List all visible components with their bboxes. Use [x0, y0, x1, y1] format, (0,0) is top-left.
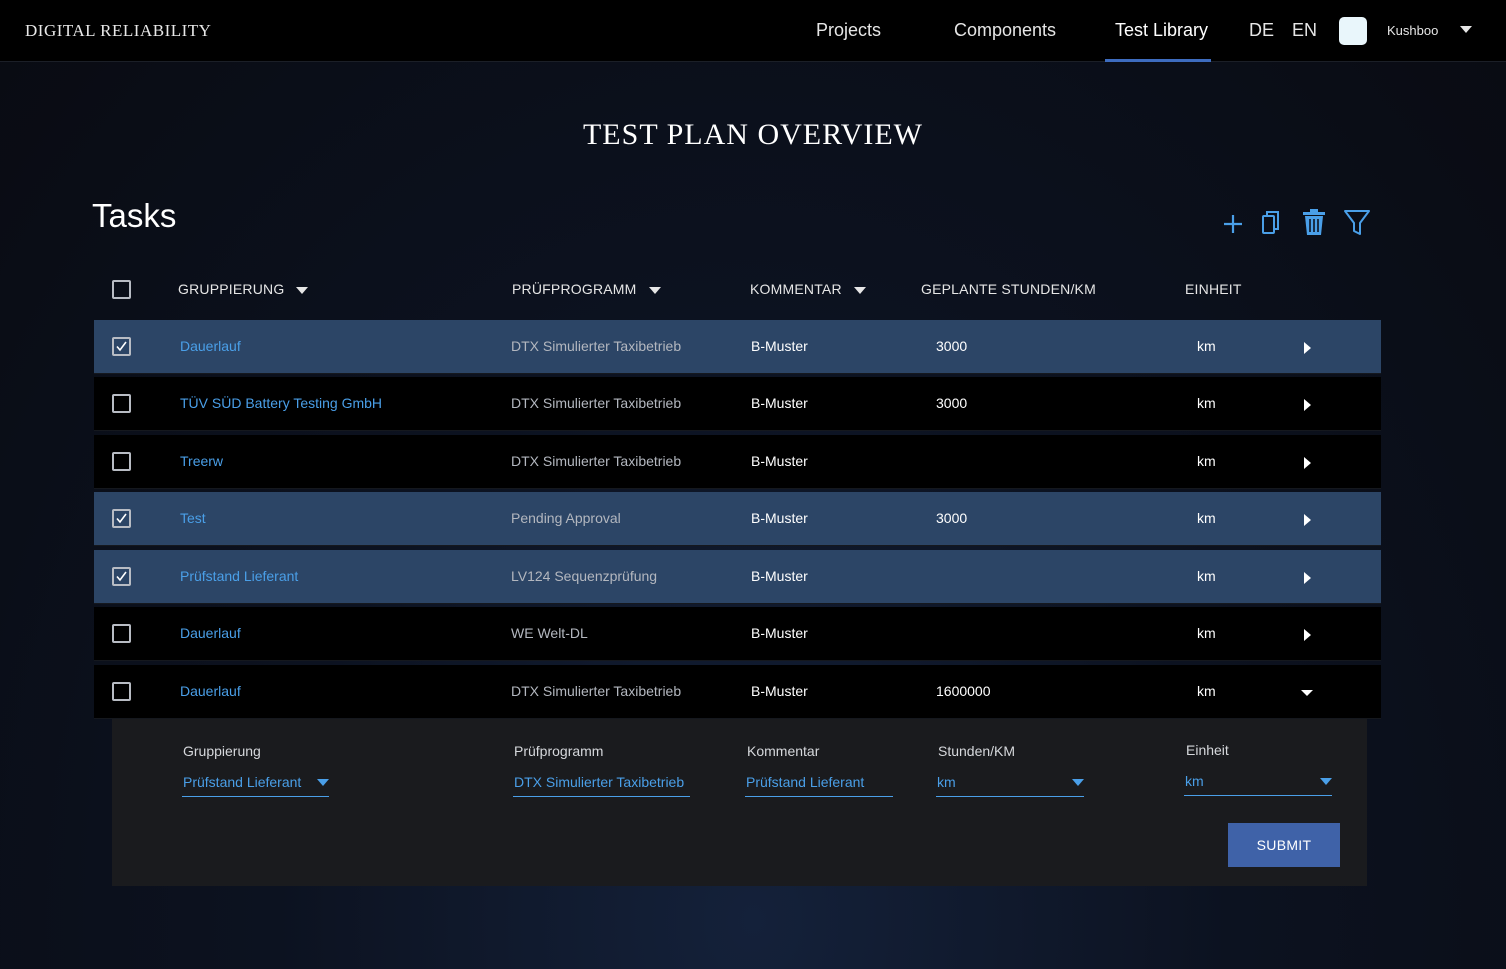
hours-cell: 1600000: [936, 683, 991, 699]
row-edit-panel: Gruppierung Prüfstand Lieferant Prüfprog…: [112, 719, 1367, 886]
group-link[interactable]: Test: [180, 510, 206, 526]
table-row[interactable]: Dauerlauf DTX Simulierter Taxibetrieb B-Mu…: [94, 665, 1381, 719]
unit-cell: km: [1197, 338, 1216, 354]
expand-chevron-right-icon[interactable]: [1303, 398, 1313, 411]
group-link[interactable]: TÜV SÜD Battery Testing GmbH: [180, 395, 382, 411]
expand-chevron-right-icon[interactable]: [1303, 628, 1313, 641]
row-checkbox[interactable]: [112, 509, 131, 528]
comment-field-label: Kommentar: [747, 743, 820, 759]
page-title: TEST PLAN OVERVIEW: [582, 118, 924, 151]
comment-cell: B-Muster: [751, 568, 808, 584]
nav-projects[interactable]: Projects: [816, 20, 881, 41]
expand-chevron-right-icon[interactable]: [1303, 341, 1313, 354]
program-cell: LV124 Sequenzprüfung: [511, 568, 658, 584]
unit-cell: km: [1197, 625, 1216, 641]
group-select-value: Prüfstand Lieferant: [183, 774, 302, 790]
row-checkbox[interactable]: [112, 567, 131, 586]
row-checkbox[interactable]: [112, 452, 131, 471]
sort-chevron-down-icon[interactable]: [853, 286, 866, 294]
comment-cell: B-Muster: [751, 453, 808, 469]
comment-input-value: Prüfstand Lieferant: [746, 774, 865, 790]
row-checkbox[interactable]: [112, 682, 131, 701]
comment-cell: B-Muster: [751, 625, 808, 641]
sort-chevron-down-icon[interactable]: [296, 286, 309, 294]
comment-cell: B-Muster: [751, 683, 808, 699]
chevron-down-icon: [1072, 779, 1084, 786]
row-checkbox[interactable]: [112, 624, 131, 643]
unit-cell: km: [1197, 683, 1216, 699]
program-cell: Pending Approval: [511, 510, 621, 526]
submit-button[interactable]: SUBMIT: [1228, 823, 1340, 867]
unit-cell: km: [1197, 453, 1216, 469]
nav-test-library[interactable]: Test Library: [1115, 20, 1208, 41]
col-header-group[interactable]: GRUPPIERUNG: [178, 281, 309, 297]
col-header-unit: EINHEIT: [1185, 281, 1242, 297]
trash-icon[interactable]: [1299, 206, 1329, 238]
table-row[interactable]: Dauerlauf DTX Simulierter Taxibetrieb B-Mu…: [94, 320, 1381, 374]
expand-chevron-right-icon[interactable]: [1303, 513, 1313, 526]
hours-cell: 3000: [936, 338, 968, 354]
program-cell: DTX Simulierter Taxibetrieb: [511, 683, 682, 699]
user-menu-chevron-down-icon[interactable]: [1460, 26, 1472, 33]
group-field-label: Gruppierung: [183, 743, 261, 759]
expand-chevron-right-icon[interactable]: [1303, 571, 1313, 584]
unit-select-value: km: [1185, 773, 1204, 789]
hours-cell: 3000: [936, 510, 968, 526]
nav-components[interactable]: Components: [954, 20, 1056, 41]
table-row[interactable]: Dauerlauf WE Welt-DL B-Muster km: [94, 607, 1381, 661]
unit-cell: km: [1197, 568, 1216, 584]
group-select[interactable]: Prüfstand Lieferant: [182, 773, 329, 797]
unit-field-label: Einheit: [1186, 742, 1229, 758]
program-cell: DTX Simulierter Taxibetrieb: [511, 395, 682, 411]
table-row[interactable]: Test Pending Approval B-Muster 3000 km: [94, 492, 1381, 546]
brand-logo[interactable]: DIGITAL RELIABILITY: [25, 21, 211, 41]
group-link[interactable]: Dauerlauf: [180, 338, 241, 354]
col-header-comment[interactable]: KOMMENTAR: [750, 281, 866, 297]
program-input[interactable]: DTX Simulierter Taxibetrieb: [513, 773, 690, 797]
group-link[interactable]: Dauerlauf: [180, 683, 241, 699]
hours-cell: 3000: [936, 395, 968, 411]
avatar[interactable]: [1339, 17, 1367, 45]
expand-chevron-right-icon[interactable]: [1303, 456, 1313, 469]
sort-chevron-down-icon[interactable]: [648, 286, 661, 294]
comment-cell: B-Muster: [751, 338, 808, 354]
lang-en[interactable]: EN: [1292, 20, 1317, 41]
hours-select-value: km: [937, 774, 956, 790]
table-row[interactable]: Prüfstand Lieferant LV124 Sequenzprüfung B…: [94, 550, 1381, 604]
active-nav-indicator: [1105, 59, 1211, 62]
section-title: Tasks: [92, 197, 177, 234]
program-cell: WE Welt-DL: [511, 625, 588, 641]
comment-cell: B-Muster: [751, 510, 808, 526]
group-link[interactable]: Dauerlauf: [180, 625, 241, 641]
hours-field-label: Stunden/KM: [938, 743, 1016, 759]
table-row[interactable]: TÜV SÜD Battery Testing GmbH DTX Simulier…: [94, 377, 1381, 431]
copy-icon[interactable]: [1256, 206, 1286, 238]
col-header-hours: GEPLANTE STUNDEN/KM: [921, 281, 1096, 297]
table-row[interactable]: Treerw DTX Simulierter Taxibetrieb B-Muste…: [94, 435, 1381, 489]
unit-select[interactable]: km: [1184, 772, 1332, 796]
username[interactable]: Kushboo: [1387, 23, 1438, 38]
hours-select[interactable]: km: [936, 773, 1084, 797]
col-header-program[interactable]: PRÜFPROGRAMM: [512, 281, 661, 297]
top-nav-bar: DIGITAL RELIABILITY Projects Components …: [0, 0, 1506, 62]
select-all-checkbox[interactable]: [112, 280, 131, 299]
lang-de[interactable]: DE: [1249, 20, 1274, 41]
program-cell: DTX Simulierter Taxibetrieb: [511, 338, 682, 354]
row-checkbox[interactable]: [112, 337, 131, 356]
program-cell: DTX Simulierter Taxibetrieb: [511, 453, 682, 469]
chevron-down-icon: [1320, 778, 1332, 785]
plus-icon[interactable]: [1218, 206, 1248, 238]
filter-icon[interactable]: [1342, 206, 1372, 238]
group-link[interactable]: Treerw: [180, 453, 223, 469]
unit-cell: km: [1197, 395, 1216, 411]
program-field-label: Prüfprogramm: [514, 743, 604, 759]
comment-cell: B-Muster: [751, 395, 808, 411]
program-input-value: DTX Simulierter Taxibetrieb: [514, 774, 685, 790]
collapse-chevron-down-icon[interactable]: [1301, 686, 1313, 698]
row-checkbox[interactable]: [112, 394, 131, 413]
comment-input[interactable]: Prüfstand Lieferant: [745, 773, 893, 797]
group-link[interactable]: Prüfstand Lieferant: [180, 568, 298, 584]
chevron-down-icon: [317, 779, 329, 786]
unit-cell: km: [1197, 510, 1216, 526]
